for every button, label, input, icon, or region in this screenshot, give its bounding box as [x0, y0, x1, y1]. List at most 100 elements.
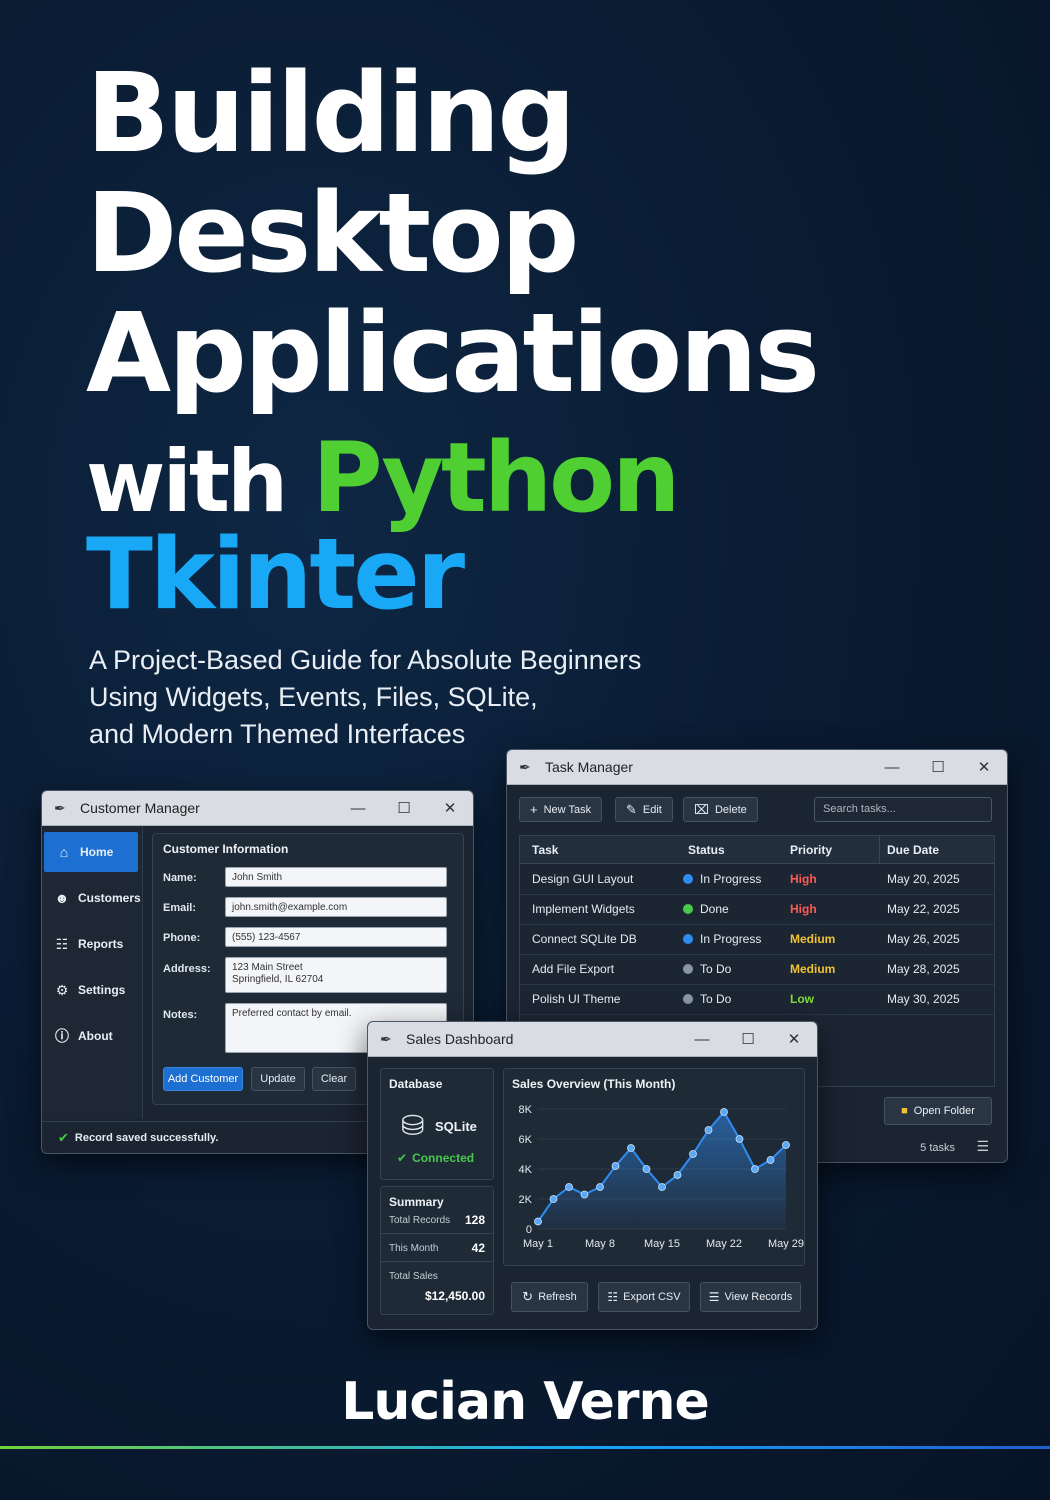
task-due-date: May 28, 2025 — [887, 962, 960, 976]
status-message: Record saved successfully. — [74, 1131, 219, 1144]
table-row[interactable]: Design GUI Layout In Progress High May 20, … — [520, 864, 994, 895]
column-header-task[interactable]: Task — [520, 836, 678, 864]
sidebar-item-settings[interactable]: ⚙ Settings — [42, 970, 142, 1010]
data-point — [704, 1126, 713, 1134]
minimize-icon[interactable]: — — [869, 759, 915, 776]
y-tick-label: 0 — [526, 1224, 532, 1236]
table-row[interactable]: Connect SQLite DB In Progress Medium May 26… — [520, 924, 994, 955]
search-input[interactable]: Search tasks... — [814, 797, 992, 822]
maximize-icon[interactable]: ☐ — [725, 1030, 771, 1048]
author-name: Lucian Verne — [341, 1372, 710, 1432]
data-point — [642, 1165, 651, 1173]
table-row[interactable]: Polish UI Theme To Do Low May 30, 2025 — [520, 984, 994, 1015]
address-line: 123 Main Street — [232, 962, 303, 973]
subtitle-line: A Project-Based Guide for Absolute Begin… — [89, 645, 642, 675]
summary-card: Summary Total Records 128 This Month 42 … — [380, 1186, 494, 1315]
task-count: 5 tasks — [920, 1142, 955, 1154]
column-header-status[interactable]: Status — [678, 836, 780, 864]
update-button[interactable]: Update — [251, 1067, 305, 1091]
refresh-button[interactable]: ↻ Refresh — [511, 1282, 588, 1312]
divider — [381, 1261, 493, 1262]
delete-button[interactable]: ⌧ Delete — [683, 797, 758, 822]
status-dot — [683, 874, 693, 884]
button-label: Edit — [642, 803, 662, 816]
title-with: with — [86, 432, 313, 532]
sidebar-item-reports[interactable]: ☷ Reports — [42, 924, 142, 964]
sales-dashboard-titlebar[interactable]: ✒ Sales Dashboard — ☐ ✕ — [368, 1022, 817, 1057]
email-field[interactable]: john.smith@example.com — [225, 897, 447, 917]
data-point — [766, 1156, 775, 1164]
data-point — [534, 1217, 542, 1226]
sidebar-item-about[interactable]: ⓘ About — [42, 1016, 142, 1056]
maximize-icon[interactable]: ☐ — [381, 799, 427, 817]
database-card: Database ⛁ SQLite ✔ Connected — [380, 1068, 494, 1180]
sales-chart: 0 2K 4K 6K 8K May 1 May 8 May 15 May 22 May 29 — [519, 1104, 804, 1250]
table-row[interactable]: Implement Widgets Done High May 22, 2025 — [520, 894, 994, 925]
status-text: To Do — [700, 962, 732, 976]
x-tick-label: May 15 — [644, 1238, 680, 1250]
maximize-icon[interactable]: ☐ — [915, 758, 961, 776]
section-title: Customer Information — [163, 842, 289, 856]
new-task-button[interactable]: + New Task — [519, 797, 603, 822]
customer-manager-titlebar[interactable]: ✒ Customer Manager — ☐ ✕ — [42, 791, 473, 826]
this-month-value: 42 — [471, 1241, 485, 1255]
sidebar-item-label: Reports — [78, 937, 124, 951]
view-records-button[interactable]: ☰ View Records — [700, 1282, 801, 1312]
column-header-due[interactable]: Due Date — [880, 836, 994, 864]
sidebar-item-customers[interactable]: ☻ Customers — [42, 878, 142, 918]
edit-button[interactable]: ✎ Edit — [615, 797, 673, 822]
y-tick-label: 2K — [519, 1194, 533, 1206]
x-tick-label: May 8 — [585, 1238, 615, 1250]
data-point — [735, 1135, 744, 1143]
task-name: Connect SQLite DB — [532, 932, 637, 946]
status-text: In Progress — [700, 872, 762, 886]
button-label: Export CSV — [623, 1291, 681, 1303]
open-folder-button[interactable]: ■ Open Folder — [884, 1097, 992, 1125]
trash-icon: ⌧ — [694, 801, 709, 817]
data-point — [611, 1162, 620, 1170]
plus-icon: + — [530, 802, 538, 817]
close-icon[interactable]: ✕ — [771, 1030, 817, 1048]
minimize-icon[interactable]: — — [335, 800, 381, 817]
this-month-label: This Month — [389, 1243, 439, 1254]
summary-title: Summary — [389, 1195, 444, 1209]
task-due-date: May 26, 2025 — [887, 932, 960, 946]
reports-icon: ☷ — [55, 935, 69, 952]
minimize-icon[interactable]: — — [679, 1031, 725, 1048]
export-csv-button[interactable]: ☷ Export CSV — [598, 1282, 690, 1312]
column-header-priority[interactable]: Priority — [780, 836, 880, 864]
status-dot — [683, 994, 693, 1004]
task-priority: Low — [790, 992, 814, 1006]
status-dot — [683, 964, 693, 974]
clear-button[interactable]: Clear — [312, 1067, 356, 1091]
x-tick-label: May 22 — [706, 1238, 742, 1250]
add-customer-button[interactable]: Add Customer — [163, 1067, 243, 1091]
address-field[interactable]: 123 Main Street Springfield, IL 62704 — [225, 957, 447, 993]
sidebar-item-label: Customers — [78, 891, 141, 905]
name-label: Name: — [163, 872, 197, 884]
task-manager-titlebar[interactable]: ✒ Task Manager — ☐ ✕ — [507, 750, 1007, 785]
list-icon[interactable]: ☰ — [976, 1138, 989, 1155]
data-point — [580, 1190, 589, 1199]
title-line-4: with Python — [86, 430, 680, 526]
task-priority: Medium — [790, 932, 836, 946]
name-field[interactable]: John Smith — [225, 867, 447, 887]
y-tick-label: 8K — [519, 1104, 533, 1116]
close-icon[interactable]: ✕ — [427, 799, 473, 817]
phone-field[interactable]: (555) 123-4567 — [225, 927, 447, 947]
task-due-date: May 20, 2025 — [887, 872, 960, 886]
table-row[interactable]: Add File Export To Do Medium May 28, 2025 — [520, 954, 994, 985]
refresh-icon: ↻ — [522, 1289, 534, 1304]
sidebar-item-label: Home — [80, 845, 114, 859]
close-icon[interactable]: ✕ — [961, 758, 1007, 776]
check-circle-icon: ✔ — [397, 1151, 408, 1165]
window-title: Customer Manager — [80, 800, 200, 816]
task-status: In Progress — [683, 864, 761, 894]
divider — [381, 1233, 493, 1234]
address-label: Address: — [163, 963, 211, 975]
sidebar-item-label: Settings — [78, 983, 126, 997]
database-engine: SQLite — [435, 1119, 477, 1134]
status-dot — [683, 904, 693, 914]
sidebar-item-home[interactable]: ⌂ Home — [44, 832, 138, 872]
total-records-label: Total Records — [389, 1215, 451, 1226]
